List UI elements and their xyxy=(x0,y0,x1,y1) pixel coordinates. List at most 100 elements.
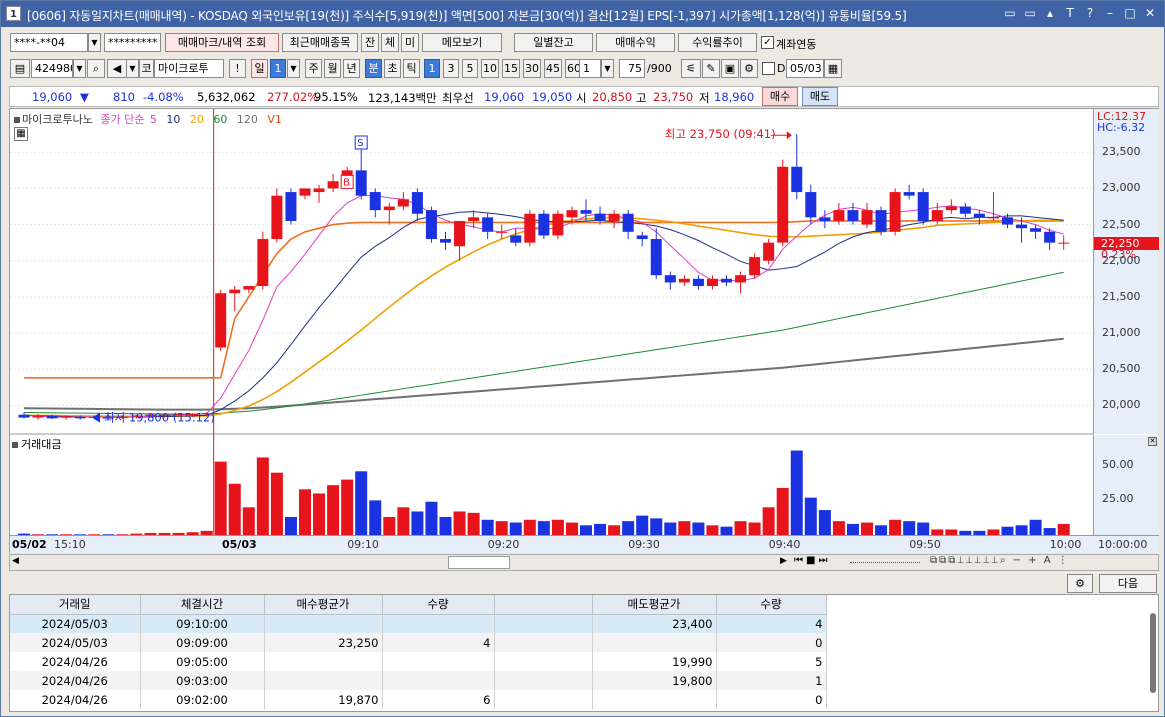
table-scrollbar[interactable] xyxy=(1150,613,1156,693)
window-control-4-icon[interactable]: ? xyxy=(1082,5,1098,21)
volume-axis[interactable]: ✕ 50.00 25.00 xyxy=(1093,435,1159,535)
candle[interactable] xyxy=(833,210,845,221)
volume-bar[interactable] xyxy=(383,517,396,535)
app-icon[interactable]: 1 xyxy=(6,6,21,21)
candle[interactable] xyxy=(805,192,817,218)
candle[interactable] xyxy=(524,213,536,243)
volume-bar[interactable] xyxy=(846,523,859,535)
candle[interactable] xyxy=(931,210,943,221)
date-checkbox[interactable] xyxy=(762,62,775,75)
profit-trend-button[interactable]: 수익률추이 xyxy=(678,33,757,52)
volume-bar[interactable] xyxy=(439,517,452,535)
forward-icon[interactable]: ⏭ xyxy=(818,555,830,566)
table-row[interactable]: 2024/04/26 09:03:00 19,800 1 xyxy=(10,671,827,690)
column-header[interactable]: 매도평균가 xyxy=(592,595,717,615)
volume-bar[interactable] xyxy=(580,525,592,535)
period-second-button[interactable]: 초 xyxy=(384,59,401,78)
window-control-6-icon[interactable]: □ xyxy=(1122,5,1138,21)
volume-bar[interactable] xyxy=(537,521,550,535)
volume-bar[interactable] xyxy=(355,471,368,535)
candle[interactable] xyxy=(285,192,297,221)
chart-scrollbar[interactable]: ◀ ▶ ⏮■⏭ ⧉⧉⧉⟂⟂⟂⟂⟂⌕ − + A ⋮ xyxy=(9,554,1159,571)
candle[interactable] xyxy=(440,239,451,243)
speaker-icon[interactable]: ◀ xyxy=(107,59,127,78)
volume-bar[interactable] xyxy=(369,500,382,535)
scroll-right-icon[interactable]: ▶ xyxy=(780,556,787,566)
volume-bar[interactable] xyxy=(664,522,677,535)
indicator-icon[interactable]: ⚟ xyxy=(681,59,701,78)
window-control-5-icon[interactable]: – xyxy=(1102,5,1118,21)
volume-bar[interactable] xyxy=(228,483,241,535)
trade-mark-query-button[interactable]: 매매마크/내역 조회 xyxy=(165,33,279,52)
volume-bar[interactable] xyxy=(720,526,733,535)
scroll-thumb[interactable] xyxy=(448,556,510,569)
candle[interactable] xyxy=(18,414,30,418)
candle[interactable] xyxy=(763,242,775,261)
speed-slider[interactable] xyxy=(850,562,920,563)
candle[interactable] xyxy=(383,206,395,211)
candle[interactable] xyxy=(411,192,423,214)
volume-bar[interactable] xyxy=(565,522,578,535)
rewind-icon[interactable]: ⏮ xyxy=(794,555,806,566)
candle[interactable] xyxy=(889,192,901,232)
period-year-button[interactable]: 년 xyxy=(343,59,360,78)
candle[interactable] xyxy=(510,235,522,243)
table-row[interactable]: 2024/05/03 09:09:00 23,250 4 0 xyxy=(10,633,827,652)
day-dropdown-icon[interactable]: ▼ xyxy=(287,59,300,78)
volume-bar[interactable] xyxy=(889,519,902,535)
volume-bar[interactable] xyxy=(1043,528,1056,535)
candle[interactable] xyxy=(299,188,311,196)
volume-bar[interactable] xyxy=(341,479,354,535)
candle[interactable] xyxy=(538,213,550,236)
unexecuted-button[interactable]: 미 xyxy=(401,33,419,52)
panel-close-icon[interactable]: ✕ xyxy=(1148,437,1157,446)
volume-bar[interactable] xyxy=(748,522,761,535)
volume-bar[interactable] xyxy=(650,518,663,535)
candle[interactable] xyxy=(636,235,648,240)
volume-bar[interactable] xyxy=(1001,526,1014,535)
candle[interactable] xyxy=(313,188,325,193)
account-input[interactable]: ****-**04 xyxy=(10,33,88,52)
period-month-button[interactable]: 월 xyxy=(324,59,341,78)
volume-bar[interactable] xyxy=(299,489,311,535)
volume-bar[interactable] xyxy=(692,522,705,535)
window-control-1-icon[interactable]: ▭ xyxy=(1022,5,1038,21)
period-1-button[interactable]: 1 xyxy=(424,59,440,78)
table-row[interactable]: 2024/05/03 09:10:00 23,400 4 xyxy=(10,614,827,633)
volume-bar[interactable] xyxy=(509,522,522,535)
candle[interactable] xyxy=(735,275,747,283)
candle[interactable] xyxy=(1030,228,1042,232)
candle[interactable] xyxy=(468,217,480,221)
window-control-3-icon[interactable]: T xyxy=(1062,5,1078,21)
volume-bar[interactable] xyxy=(790,450,803,535)
period-15-button[interactable]: 15 xyxy=(502,59,520,78)
candle[interactable] xyxy=(243,286,255,290)
window-control-2-icon[interactable]: ▴ xyxy=(1042,5,1058,21)
volume-bar[interactable] xyxy=(425,501,438,535)
volume-bar[interactable] xyxy=(467,512,480,535)
period-3-button[interactable]: 3 xyxy=(443,59,459,78)
period-week-button[interactable]: 주 xyxy=(305,59,322,78)
candle[interactable] xyxy=(1002,217,1013,225)
market-button[interactable]: 코 xyxy=(139,59,154,78)
candle[interactable] xyxy=(566,210,578,218)
candle[interactable] xyxy=(271,195,283,240)
period-tick-button[interactable]: 틱 xyxy=(403,59,420,78)
count-input[interactable]: 1 xyxy=(579,59,601,78)
volume-bar[interactable] xyxy=(903,521,916,535)
volume-bar[interactable] xyxy=(1029,519,1042,535)
candle[interactable] xyxy=(706,278,718,287)
grid-toggle-icon[interactable]: ▦ xyxy=(14,127,28,141)
stop-icon[interactable]: ■ xyxy=(806,555,818,566)
candle[interactable] xyxy=(580,210,592,214)
candle[interactable] xyxy=(721,278,732,283)
column-header[interactable]: 체결시간 xyxy=(140,595,265,615)
volume-bar[interactable] xyxy=(622,521,635,535)
volume-bar[interactable] xyxy=(832,521,845,535)
code-dropdown-icon[interactable]: ▼ xyxy=(73,59,86,78)
volume-bar[interactable] xyxy=(551,519,564,535)
candle[interactable] xyxy=(355,170,367,196)
speaker-dropdown-icon[interactable]: ▼ xyxy=(126,59,139,78)
candle[interactable] xyxy=(1044,231,1056,243)
candle[interactable] xyxy=(664,275,676,283)
